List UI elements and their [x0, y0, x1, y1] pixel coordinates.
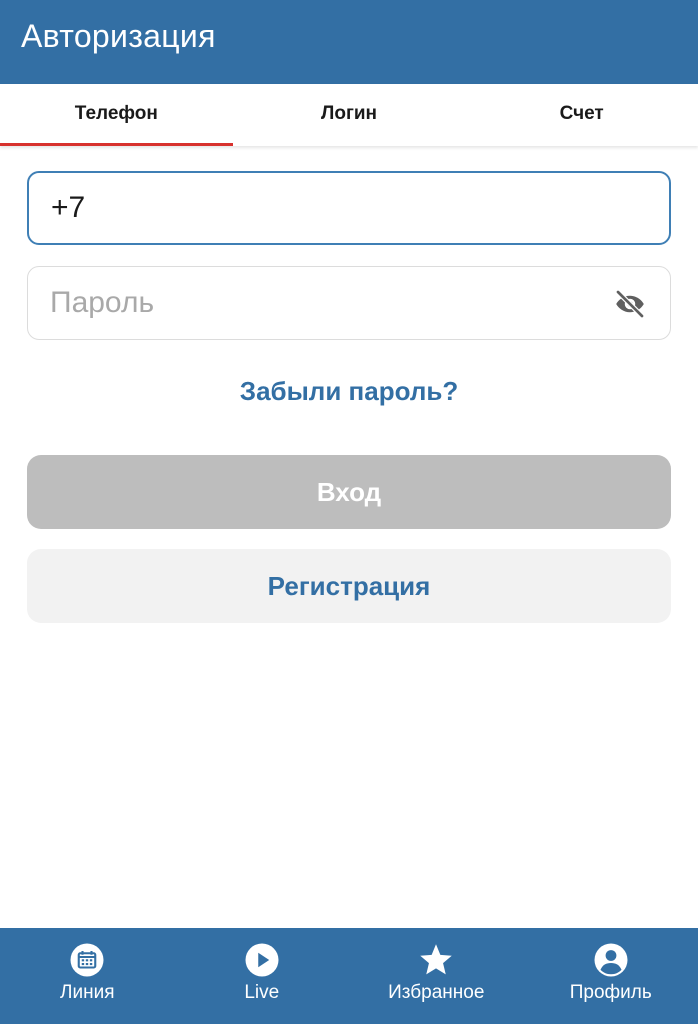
phone-field[interactable]	[27, 171, 671, 245]
nav-item-profile[interactable]: Профиль	[524, 928, 698, 1024]
nav-item-favorites[interactable]: Избранное	[349, 928, 524, 1024]
phone-input[interactable]	[51, 191, 611, 225]
page-title: Авторизация	[21, 17, 216, 54]
bottom-nav: Линия Live Избранное Профиль	[0, 928, 698, 1024]
profile-icon	[593, 942, 629, 978]
nav-item-live[interactable]: Live	[175, 928, 350, 1024]
nav-label: Избранное	[388, 982, 485, 1003]
nav-item-line[interactable]: Линия	[0, 928, 175, 1024]
nav-label: Профиль	[569, 982, 652, 1003]
eye-off-icon[interactable]	[612, 286, 648, 322]
forgot-password-link[interactable]: Забыли пароль?	[0, 376, 698, 407]
auth-tabs: Телефон Логин Счет	[0, 84, 698, 146]
login-button[interactable]: Вход	[27, 455, 671, 529]
calendar-icon	[69, 942, 105, 978]
register-button[interactable]: Регистрация	[27, 549, 671, 623]
nav-label: Линия	[60, 982, 115, 1003]
app-header: Авторизация	[0, 0, 698, 84]
app: Авторизация Телефон Логин Счет Забыли па…	[0, 0, 698, 1024]
password-field[interactable]	[27, 266, 671, 340]
star-icon	[418, 942, 454, 978]
play-icon	[244, 942, 280, 978]
tab-login[interactable]: Логин	[233, 84, 466, 146]
tab-phone[interactable]: Телефон	[0, 84, 233, 146]
nav-label: Live	[244, 982, 280, 1003]
tab-account[interactable]: Счет	[465, 84, 698, 146]
password-input[interactable]	[50, 286, 610, 320]
